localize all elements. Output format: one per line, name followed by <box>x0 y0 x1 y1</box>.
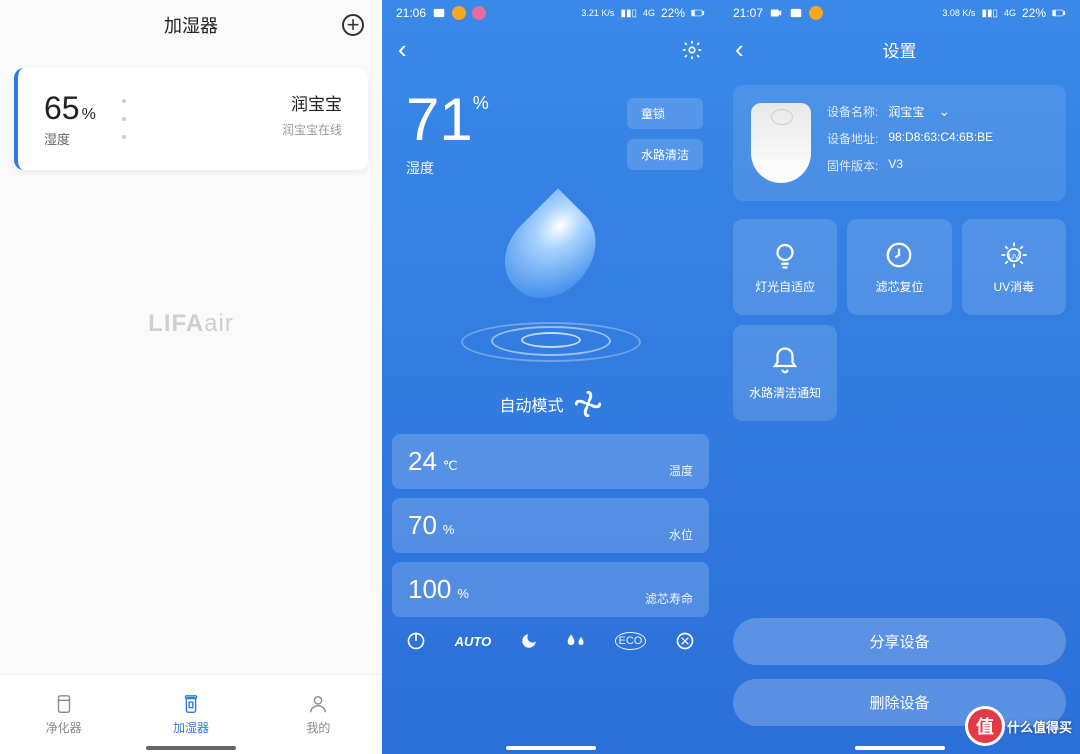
share-device-button[interactable]: 分享设备 <box>733 618 1066 665</box>
tile-light-adaptive[interactable]: 灯光自适应 <box>733 219 837 315</box>
humidity-unit: % <box>82 106 96 123</box>
settings-header: ‹ 设置 <box>719 26 1080 73</box>
stat-water-level[interactable]: 70 % 水位 <box>392 498 709 553</box>
battery-icon <box>691 6 705 20</box>
reset-icon <box>884 240 914 270</box>
bottom-nav: 净化器 加湿器 我的 <box>0 674 382 754</box>
nav-handle-icon <box>855 746 945 750</box>
settings-grid: 灯光自适应 滤芯复位 UV UV消毒 水路清洁通知 <box>719 219 1080 421</box>
bulb-icon <box>770 240 800 270</box>
uv-icon: UV <box>999 240 1029 270</box>
record-status-icon <box>769 6 783 20</box>
tile-filter-reset[interactable]: 滤芯复位 <box>847 219 951 315</box>
stat-filter-life[interactable]: 100 % 滤芯寿命 <box>392 562 709 617</box>
ripple-icon <box>461 328 641 368</box>
device-status: 润宝宝在线 <box>146 121 342 138</box>
tab-humidifier[interactable]: 加湿器 <box>127 675 254 754</box>
tab-purifier[interactable]: 净化器 <box>0 675 127 754</box>
child-lock-button[interactable]: 童锁 <box>627 98 703 129</box>
header: 加湿器 + <box>0 0 382 50</box>
humidity-unit: % <box>473 93 489 113</box>
eco-mode-button[interactable]: ECO <box>615 632 647 650</box>
status-dot-icon <box>452 6 466 20</box>
status-dot-icon <box>809 6 823 20</box>
battery-text: 22% <box>1022 6 1046 20</box>
signal-icon: ▮▮▯ <box>981 8 998 19</box>
gallery-status-icon <box>789 6 803 20</box>
stats-list: 24 ℃ 温度 70 % 水位 100 % 滤芯寿命 <box>382 418 719 625</box>
watermark: 值 什么值得买 <box>965 706 1072 746</box>
device-detail-screen: 21:06 3.21 K/s ▮▮▯ 4G 22% ‹ 71% 湿度 童锁 水路… <box>382 0 719 754</box>
quick-actions: 童锁 水路清洁 <box>627 98 703 170</box>
nav-handle-icon <box>506 746 596 750</box>
add-device-button[interactable]: + <box>342 14 364 36</box>
watermark-badge-icon: 值 <box>965 706 1005 746</box>
battery-text: 22% <box>661 6 685 20</box>
device-image <box>751 103 811 183</box>
brand-logo: LIFAair <box>0 310 382 338</box>
svg-text:UV: UV <box>1009 251 1019 260</box>
status-time: 21:06 <box>396 6 426 20</box>
night-mode-icon[interactable] <box>520 632 538 650</box>
page-title: 设置 <box>883 37 917 62</box>
tile-uv-sterilize[interactable]: UV UV消毒 <box>962 219 1066 315</box>
detail-header: ‹ <box>382 26 719 73</box>
stat-temperature[interactable]: 24 ℃ 温度 <box>392 434 709 489</box>
tab-profile[interactable]: 我的 <box>255 675 382 754</box>
device-list-screen: 加湿器 + 65% 湿度 润宝宝 润宝宝在线 LIFAair 净化器 加湿器 我… <box>0 0 382 754</box>
humidity-value: 71 <box>406 86 473 153</box>
device-name: 润宝宝 <box>146 90 342 115</box>
status-time: 21:07 <box>733 6 763 20</box>
water-clean-button[interactable]: 水路清洁 <box>627 139 703 170</box>
profile-icon <box>307 693 329 715</box>
page-title: 加湿器 <box>164 12 218 38</box>
device-address-row: 设备地址: 98:D8:63:C4:6B:BE <box>827 130 993 147</box>
status-dot-icon <box>472 6 486 20</box>
humidity-value: 65 <box>44 90 80 126</box>
fan-icon <box>574 390 602 418</box>
watermark-text: 什么值得买 <box>1007 717 1072 736</box>
signal-icon: ▮▮▯ <box>620 8 637 19</box>
status-bar: 21:07 3.08 K/s ▮▮▯ 4G 22% <box>719 0 1080 26</box>
settings-button[interactable] <box>681 39 703 61</box>
chevron-down-icon: ⌄ <box>938 103 950 120</box>
device-info-card: 设备名称: 润宝宝 ⌄ 设备地址: 98:D8:63:C4:6B:BE 固件版本… <box>733 85 1066 201</box>
humidity-block: 65% 湿度 <box>44 90 96 148</box>
back-button[interactable]: ‹ <box>735 34 744 65</box>
tile-clean-notify[interactable]: 水路清洁通知 <box>733 325 837 421</box>
status-bar: 21:06 3.21 K/s ▮▮▯ 4G 22% <box>382 0 719 26</box>
gallery-status-icon <box>432 6 446 20</box>
device-card[interactable]: 65% 湿度 润宝宝 润宝宝在线 <box>14 68 368 170</box>
humidity-label: 湿度 <box>44 129 96 148</box>
back-button[interactable]: ‹ <box>398 34 407 65</box>
humidifier-icon <box>180 693 202 715</box>
settings-screen: 21:07 3.08 K/s ▮▮▯ 4G 22% ‹ 设置 设备名称: 润宝宝… <box>719 0 1080 754</box>
mode-bar: AUTO ECO <box>382 625 719 669</box>
droplet-animation <box>382 208 719 378</box>
cycle-mode-icon[interactable] <box>675 631 695 651</box>
device-name-row[interactable]: 设备名称: 润宝宝 ⌄ <box>827 103 993 120</box>
purifier-icon <box>53 693 75 715</box>
auto-mode-button[interactable]: AUTO <box>455 634 492 649</box>
mode-display: 自动模式 <box>382 390 719 418</box>
bell-icon <box>770 346 800 376</box>
device-info: 润宝宝 润宝宝在线 <box>146 90 342 148</box>
water-drop-icon <box>487 188 614 315</box>
firmware-row: 固件版本: V3 <box>827 157 993 174</box>
mode-label: 自动模式 <box>499 392 563 416</box>
battery-icon <box>1052 6 1066 20</box>
power-icon[interactable] <box>406 631 426 651</box>
humidity-mode-icon[interactable] <box>566 632 586 650</box>
nav-handle-icon <box>146 746 236 750</box>
drag-handle-icon <box>122 90 126 148</box>
